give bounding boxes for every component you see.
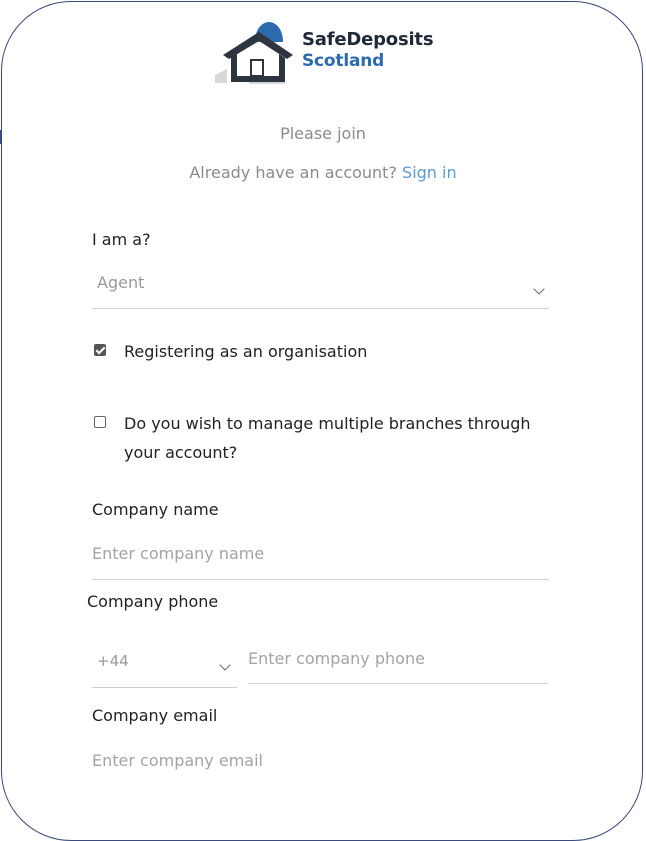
company-email-input[interactable]: Enter company email: [92, 751, 263, 770]
brand-name: SafeDeposits: [302, 29, 434, 50]
role-label: I am a?: [92, 230, 151, 249]
page-title: Please join: [280, 124, 366, 143]
company-name-input[interactable]: Enter company name: [92, 544, 264, 563]
country-code-underline: [92, 687, 237, 688]
role-select-value[interactable]: Agent: [97, 273, 144, 292]
company-email-label: Company email: [92, 706, 218, 725]
multiple-branches-label-line1[interactable]: Do you wish to manage multiple branches …: [124, 409, 531, 438]
company-phone-underline: [248, 683, 548, 684]
company-name-underline: [92, 579, 549, 580]
house-icon: [215, 22, 293, 84]
account-prompt-text: Already have an account?: [189, 163, 397, 182]
company-name-label: Company name: [92, 500, 219, 519]
company-phone-label: Company phone: [87, 592, 219, 611]
brand-logo[interactable]: SafeDeposits Scotland: [213, 18, 443, 88]
country-code-select[interactable]: +44: [97, 652, 129, 670]
account-prompt-row: Already have an account? Sign in: [0, 163, 646, 182]
sign-in-link[interactable]: Sign in: [402, 163, 457, 182]
company-phone-input[interactable]: Enter company phone: [248, 649, 425, 668]
organisation-checkbox-label[interactable]: Registering as an organisation: [124, 337, 367, 366]
role-select-underline: [92, 308, 549, 309]
multiple-branches-checkbox[interactable]: [94, 416, 106, 428]
brand-region: Scotland: [302, 51, 385, 71]
multiple-branches-label-line2[interactable]: your account?: [124, 438, 237, 467]
organisation-checkbox[interactable]: [94, 344, 106, 356]
